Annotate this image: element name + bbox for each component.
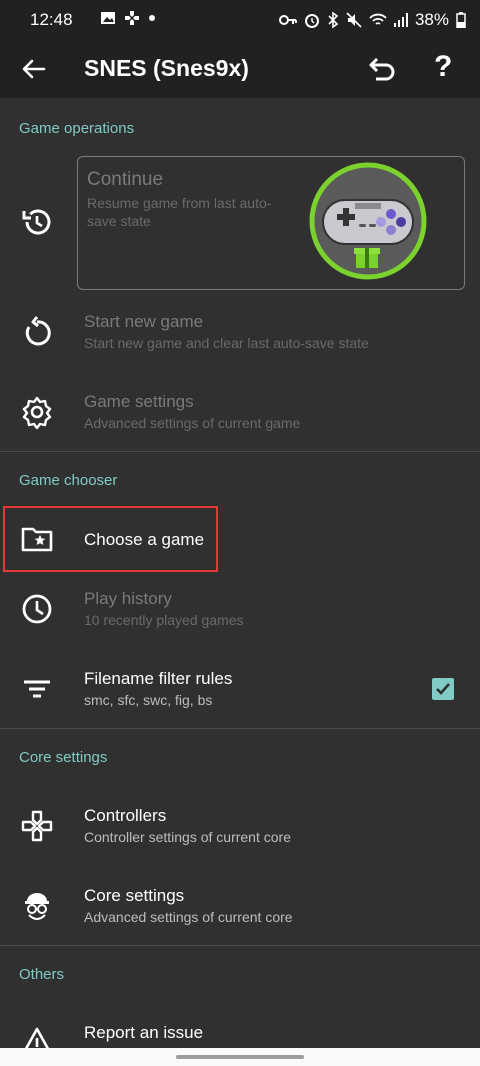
status-bar: 12:48 38% bbox=[0, 0, 480, 40]
game-settings-title: Game settings bbox=[84, 392, 194, 411]
controllers-title: Controllers bbox=[84, 806, 167, 825]
game-settings-subtitle: Advanced settings of current game bbox=[84, 415, 301, 431]
gamepad-icon bbox=[20, 809, 54, 843]
home-gesture-handle[interactable] bbox=[176, 1055, 304, 1059]
navigation-bar bbox=[0, 1048, 480, 1066]
page-title: SNES (Snes9x) bbox=[84, 55, 249, 81]
continue-card[interactable]: Continue Resume game from last auto-save… bbox=[77, 156, 465, 290]
filename-filter-checkbox[interactable] bbox=[432, 678, 454, 700]
check-icon bbox=[432, 678, 454, 700]
divider bbox=[0, 945, 480, 946]
clock-icon bbox=[20, 592, 54, 626]
controllers-subtitle: Controller settings of current core bbox=[84, 829, 291, 845]
snes-controller-icon bbox=[309, 162, 427, 280]
history-icon bbox=[20, 205, 54, 239]
filename-filter-subtitle: smc, sfc, swc, fig, bs bbox=[84, 692, 213, 708]
dot-icon bbox=[148, 14, 156, 22]
continue-title: Continue bbox=[87, 169, 164, 190]
selection-highlight bbox=[3, 506, 218, 572]
image-icon bbox=[100, 10, 116, 26]
start-new-game-item[interactable]: Start new game Start new game and clear … bbox=[0, 293, 480, 369]
mute-icon bbox=[346, 12, 362, 28]
divider bbox=[0, 451, 480, 452]
status-time: 12:48 bbox=[30, 10, 73, 29]
divider bbox=[0, 728, 480, 729]
key-icon bbox=[278, 13, 297, 27]
core-settings-title: Core settings bbox=[84, 886, 185, 905]
section-header-others: Others bbox=[19, 966, 65, 983]
gamepad-icon bbox=[124, 10, 140, 26]
section-header-core-settings: Core settings bbox=[19, 749, 108, 766]
core-settings-item[interactable]: Core settings Advanced settings of curre… bbox=[0, 867, 480, 943]
wifi-icon bbox=[369, 13, 387, 27]
battery-icon bbox=[456, 12, 466, 28]
undo-icon[interactable] bbox=[366, 53, 398, 85]
core-settings-subtitle: Advanced settings of current core bbox=[84, 909, 293, 925]
gear-icon bbox=[20, 395, 54, 429]
section-header-game-chooser: Game chooser bbox=[19, 472, 118, 489]
warning-icon bbox=[20, 1026, 54, 1048]
start-new-game-title: Start new game bbox=[84, 312, 204, 331]
continue-subtitle: Resume game from last auto-save state bbox=[87, 195, 272, 229]
play-history-item[interactable]: Play history 10 recently played games bbox=[0, 570, 480, 646]
core-avatar-icon bbox=[20, 889, 54, 923]
signal-icon bbox=[393, 13, 408, 27]
filter-icon bbox=[20, 672, 54, 706]
help-button[interactable]: ? bbox=[434, 50, 452, 84]
back-arrow-icon[interactable] bbox=[20, 55, 48, 83]
battery-percent: 38% bbox=[414, 10, 449, 29]
filename-filter-item[interactable]: Filename filter rules smc, sfc, swc, fig… bbox=[0, 650, 480, 726]
report-issue-title: Report an issue bbox=[84, 1023, 204, 1042]
filename-filter-title: Filename filter rules bbox=[84, 669, 233, 688]
bluetooth-icon bbox=[327, 12, 339, 28]
report-issue-item[interactable]: Report an issue bbox=[0, 1004, 480, 1048]
game-settings-item[interactable]: Game settings Advanced settings of curre… bbox=[0, 373, 480, 449]
restart-icon bbox=[20, 315, 54, 349]
play-history-subtitle: 10 recently played games bbox=[84, 612, 244, 628]
app-bar: SNES (Snes9x) ? bbox=[0, 40, 480, 98]
alarm-icon bbox=[304, 12, 320, 28]
controllers-item[interactable]: Controllers Controller settings of curre… bbox=[0, 787, 480, 863]
section-header-game-operations: Game operations bbox=[19, 120, 135, 137]
play-history-title: Play history bbox=[84, 589, 172, 608]
start-new-game-subtitle: Start new game and clear last auto-save … bbox=[84, 335, 369, 351]
